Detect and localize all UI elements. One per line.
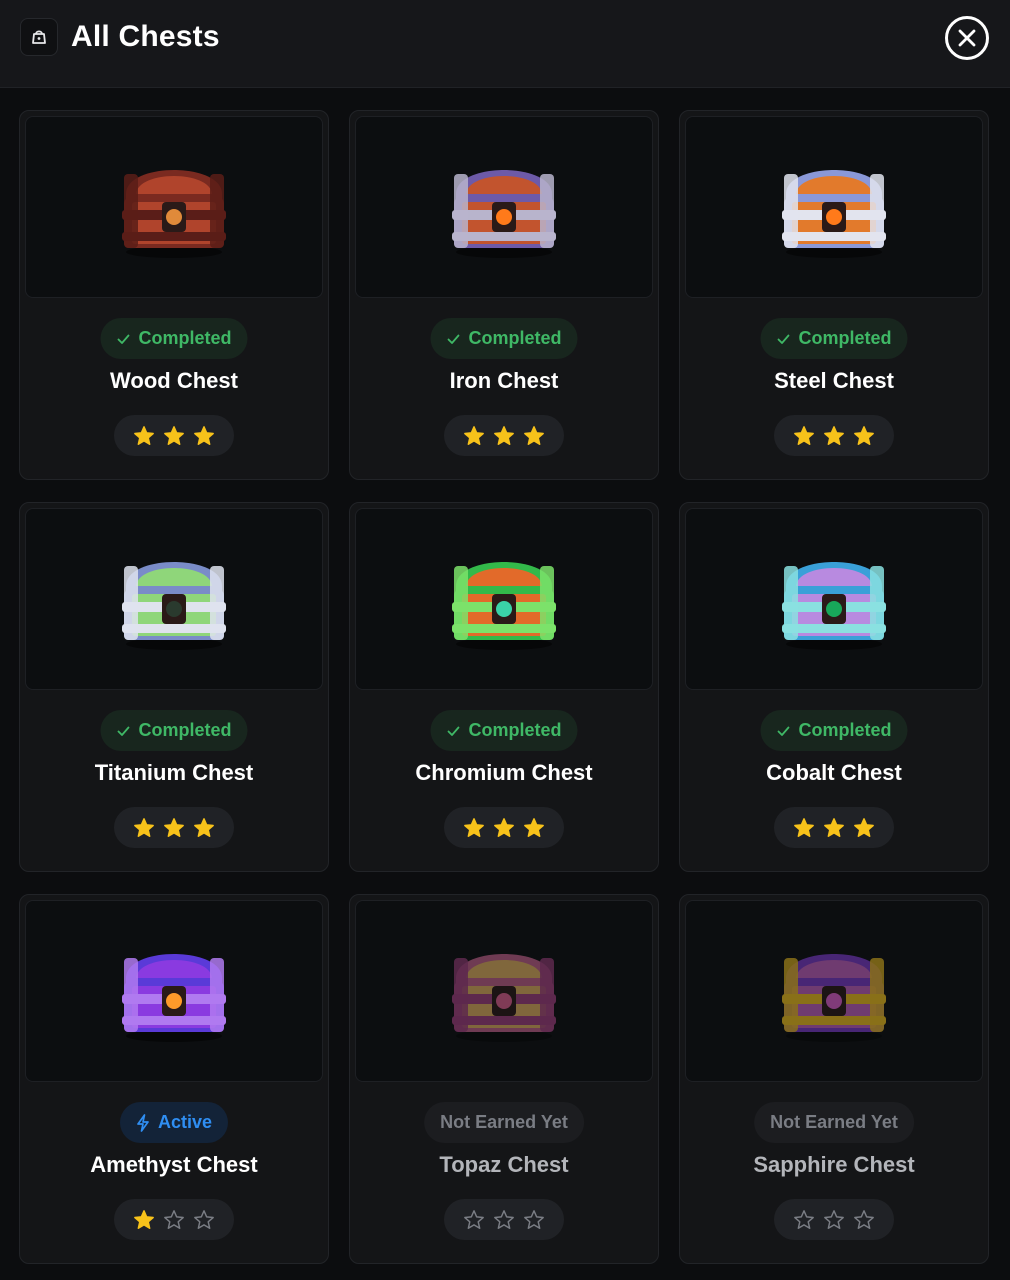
check-icon (117, 334, 130, 344)
chest-image (25, 508, 323, 690)
status-badge: Completed (760, 710, 908, 751)
status-label: Completed (468, 720, 562, 740)
star-filled-icon (793, 425, 815, 447)
chest-name: Titanium Chest (94, 760, 254, 785)
chest-name: Sapphire Chest (753, 1152, 915, 1177)
lightning-icon (137, 1113, 149, 1132)
chest-image (685, 508, 983, 690)
chest-card[interactable]: Not Earned Yet Topaz Chest (349, 894, 659, 1264)
star-filled-icon (853, 817, 875, 839)
star-filled-icon (823, 817, 845, 839)
header: All Chests (0, 0, 1010, 88)
star-filled-icon (193, 425, 215, 447)
check-icon (117, 726, 130, 736)
chest-card[interactable]: Active Amethyst Chest (19, 894, 329, 1264)
chest-image (685, 116, 983, 298)
chest-card[interactable]: Not Earned Yet Sapphire Chest (679, 894, 989, 1264)
star-filled-icon (133, 1209, 155, 1231)
star-empty-icon (853, 1209, 875, 1231)
status-label: Completed (798, 328, 892, 348)
status-badge: Completed (430, 710, 578, 751)
chest-icon (20, 18, 58, 56)
star-empty-icon (823, 1209, 845, 1231)
star-rating (774, 415, 894, 456)
chest-card[interactable]: Completed Titanium Chest (19, 502, 329, 872)
star-filled-icon (133, 817, 155, 839)
star-rating (114, 415, 234, 456)
chest-name: Chromium Chest (415, 760, 593, 785)
check-icon (447, 726, 460, 736)
status-badge: Not Earned Yet (424, 1102, 584, 1143)
star-empty-icon (193, 1209, 215, 1231)
chest-image (25, 116, 323, 298)
chest-image (355, 116, 653, 298)
status-label: Completed (138, 720, 232, 740)
chest-card[interactable]: Completed Chromium Chest (349, 502, 659, 872)
status-label: Not Earned Yet (770, 1112, 898, 1132)
chest-card[interactable]: Completed Wood Chest (19, 110, 329, 480)
check-icon (777, 334, 790, 344)
status-badge: Completed (430, 318, 578, 359)
check-icon (447, 334, 460, 344)
close-icon (958, 29, 976, 47)
star-rating (444, 415, 564, 456)
star-filled-icon (493, 425, 515, 447)
star-filled-icon (163, 817, 185, 839)
page-title: All Chests (71, 20, 220, 53)
star-rating (444, 807, 564, 848)
chest-name: Wood Chest (110, 368, 238, 393)
chest-name: Steel Chest (774, 368, 894, 393)
star-filled-icon (793, 817, 815, 839)
status-badge: Completed (760, 318, 908, 359)
star-empty-icon (163, 1209, 185, 1231)
chest-image (355, 508, 653, 690)
chest-name: Cobalt Chest (766, 760, 902, 785)
chest-image (685, 900, 983, 1082)
star-filled-icon (163, 425, 185, 447)
chest-name: Amethyst Chest (90, 1152, 258, 1177)
status-label: Not Earned Yet (440, 1112, 568, 1132)
star-filled-icon (193, 817, 215, 839)
chest-card[interactable]: Completed Iron Chest (349, 110, 659, 480)
chest-image (25, 900, 323, 1082)
close-button[interactable] (945, 16, 989, 60)
star-empty-icon (463, 1209, 485, 1231)
chest-name: Iron Chest (449, 368, 559, 393)
star-rating (774, 1199, 894, 1240)
star-rating (444, 1199, 564, 1240)
status-label: Completed (138, 328, 232, 348)
status-badge: Not Earned Yet (754, 1102, 914, 1143)
status-label: Completed (468, 328, 562, 348)
status-label: Completed (798, 720, 892, 740)
star-rating (114, 807, 234, 848)
star-filled-icon (823, 425, 845, 447)
check-icon (777, 726, 790, 736)
chest-card[interactable]: Completed Steel Chest (679, 110, 989, 480)
status-badge: Active (119, 1102, 229, 1143)
star-rating (114, 1199, 234, 1240)
star-filled-icon (133, 425, 155, 447)
status-badge: Completed (100, 710, 248, 751)
star-empty-icon (493, 1209, 515, 1231)
star-filled-icon (523, 425, 545, 447)
star-empty-icon (523, 1209, 545, 1231)
chest-card[interactable]: Completed Cobalt Chest (679, 502, 989, 872)
star-filled-icon (853, 425, 875, 447)
chest-image (355, 900, 653, 1082)
star-rating (774, 807, 894, 848)
status-label: Active (157, 1112, 213, 1132)
star-empty-icon (793, 1209, 815, 1231)
chest-name: Topaz Chest (439, 1152, 569, 1177)
star-filled-icon (463, 425, 485, 447)
star-filled-icon (463, 817, 485, 839)
star-filled-icon (493, 817, 515, 839)
status-badge: Completed (100, 318, 248, 359)
star-filled-icon (523, 817, 545, 839)
